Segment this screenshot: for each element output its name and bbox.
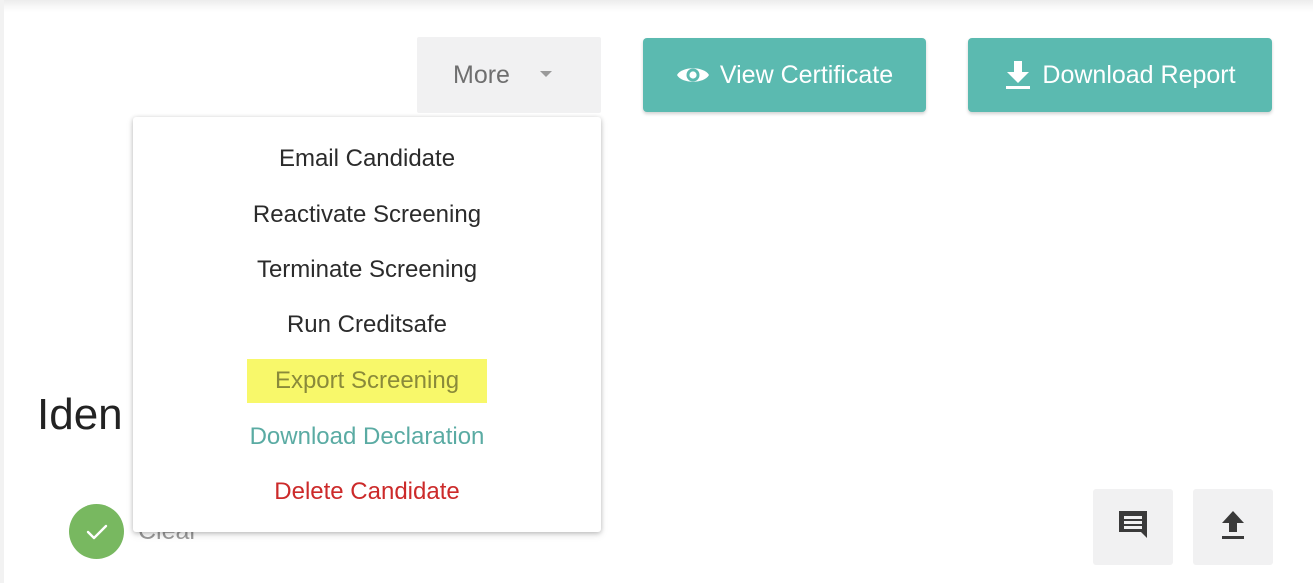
upload-icon: [1219, 509, 1247, 546]
menu-item-download-declaration[interactable]: Download Declaration: [133, 417, 601, 457]
menu-item-terminate-screening[interactable]: Terminate Screening: [133, 250, 601, 290]
section-heading: Iden: [37, 390, 123, 439]
view-certificate-button[interactable]: View Certificate: [643, 38, 926, 112]
menu-item-label: Email Candidate: [278, 145, 456, 172]
comment-button[interactable]: [1093, 489, 1173, 565]
more-dropdown-button[interactable]: More: [417, 37, 601, 113]
upload-button[interactable]: [1193, 489, 1273, 565]
comment-icon: [1116, 508, 1150, 547]
top-shadow: [0, 0, 1313, 12]
menu-item-label: Reactivate Screening: [252, 201, 482, 228]
menu-item-label: Export Screening: [246, 359, 488, 403]
menu-item-delete-candidate[interactable]: Delete Candidate: [133, 472, 601, 512]
menu-item-label: Run Creditsafe: [286, 311, 448, 338]
menu-item-label: Terminate Screening: [256, 256, 478, 283]
menu-item-label: Download Declaration: [249, 423, 485, 450]
download-icon: [1004, 60, 1032, 90]
menu-item-export-screening[interactable]: Export Screening: [133, 359, 601, 403]
menu-item-label: Delete Candidate: [274, 478, 460, 505]
download-report-label: Download Report: [1042, 60, 1236, 89]
more-dropdown-menu: Email Candidate Reactivate Screening Ter…: [133, 117, 601, 532]
left-edge: [0, 0, 4, 583]
screening-page: More View Certificate Download Report Id…: [0, 0, 1313, 583]
view-certificate-label: View Certificate: [719, 60, 894, 89]
download-report-button[interactable]: Download Report: [968, 38, 1272, 112]
check-icon: [69, 504, 124, 559]
menu-item-email-candidate[interactable]: Email Candidate: [133, 139, 601, 179]
caret-down-icon: [539, 71, 552, 77]
more-button-label: More: [453, 60, 510, 89]
menu-item-run-creditsafe[interactable]: Run Creditsafe: [133, 305, 601, 345]
menu-item-reactivate-screening[interactable]: Reactivate Screening: [133, 195, 601, 235]
eye-icon: [676, 63, 710, 87]
